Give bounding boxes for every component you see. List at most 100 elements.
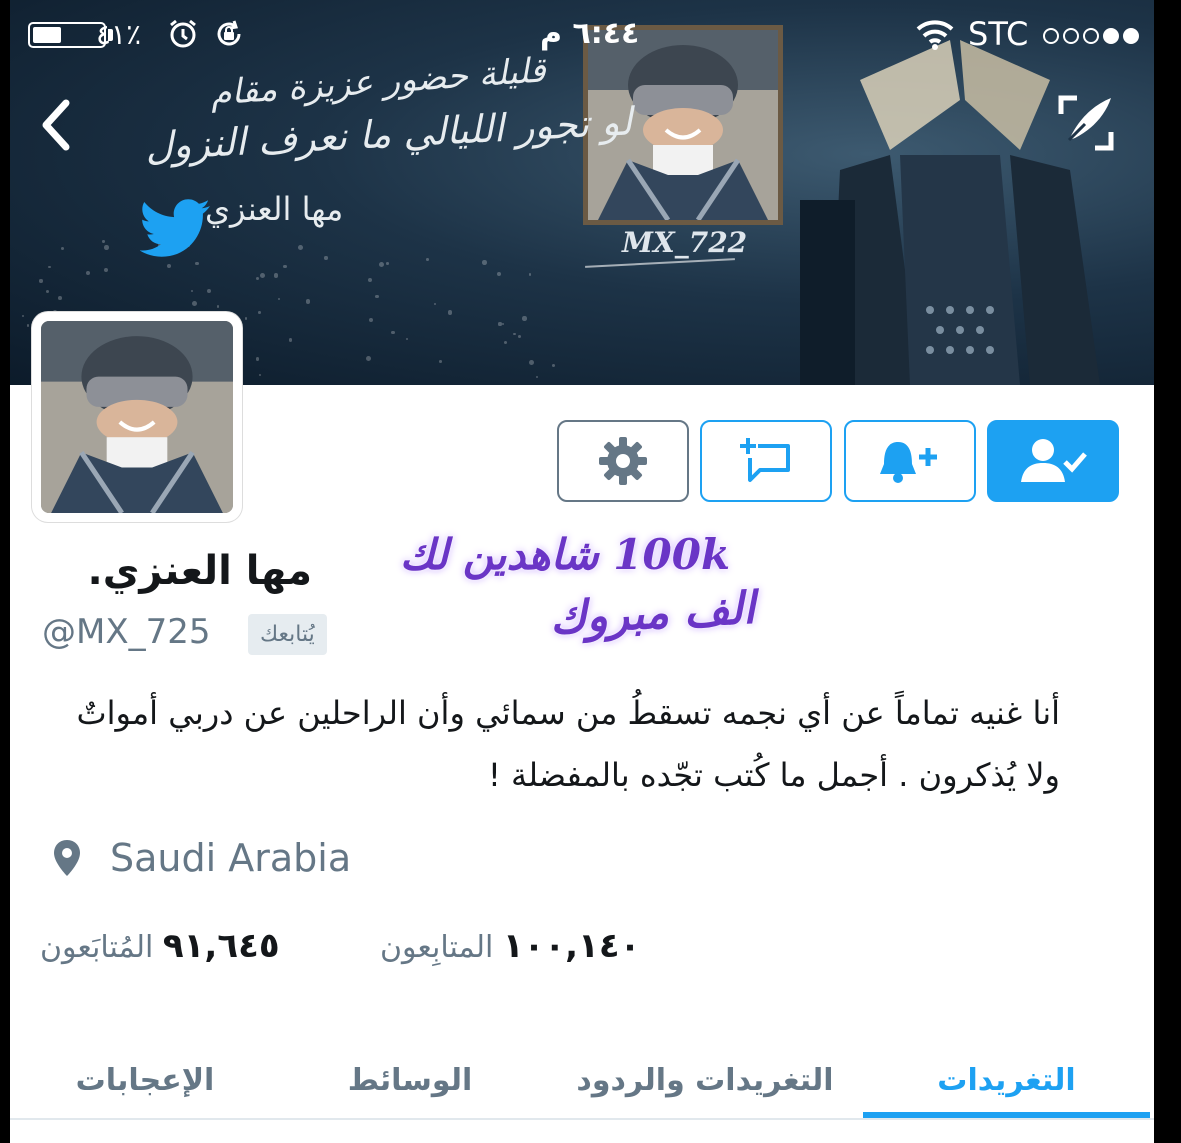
banner-speck (259, 272, 265, 278)
banner-speck (502, 322, 505, 325)
congrats-sticker-line-1: 100k شاهدين لك (400, 530, 731, 579)
settings-button[interactable] (557, 420, 689, 502)
banner-speck (517, 334, 522, 339)
banner-speck (522, 316, 527, 321)
banner-speck (102, 240, 105, 243)
banner-speck (405, 337, 409, 341)
banner-speck (288, 338, 292, 342)
banner-speck (58, 296, 63, 301)
banner-speck (191, 290, 194, 293)
following-stat[interactable]: ١٠٠,١٤٠ المتابِعون (380, 926, 640, 966)
status-clock: ٦:٤٤ م (540, 16, 640, 51)
banner-speck (195, 261, 199, 266)
banner-speck (535, 375, 539, 378)
banner-speck (529, 360, 534, 366)
banner-speck (21, 315, 24, 318)
banner-speck (282, 264, 287, 269)
banner-signature: MX_722 (622, 226, 748, 259)
twitter-bird-icon (140, 199, 210, 257)
banner-speck (367, 277, 373, 282)
battery-percent: ٤١٪ (96, 18, 142, 51)
battery-icon (28, 22, 106, 48)
tab-likes[interactable]: الإعجابات (30, 1040, 260, 1120)
message-button[interactable] (700, 420, 832, 502)
bell-plus-icon (880, 442, 937, 483)
signal-dot (1043, 28, 1059, 44)
signal-strength-icon (1043, 28, 1139, 44)
banner-speck (167, 263, 172, 268)
banner-speck (375, 294, 379, 299)
banner-speck (60, 246, 64, 250)
congrats-sticker-line-2: الف مبروك (548, 582, 757, 645)
banner-speck (496, 272, 501, 277)
banner-speck (104, 245, 109, 250)
banner-signature-underline (585, 258, 735, 268)
tab-tweets-replies[interactable]: التغريدات والردود (555, 1040, 855, 1120)
message-plus-icon (740, 438, 790, 482)
carrier-name: STC (968, 15, 1029, 53)
banner-speck (439, 360, 443, 363)
gear-icon (599, 437, 647, 485)
following-button[interactable] (987, 420, 1119, 502)
following-label: المتابِعون (380, 930, 494, 965)
status-bar: ٤١٪ ٦:٤٤ م STC (10, 0, 1154, 70)
banner-speck (298, 244, 303, 250)
banner-speck (26, 324, 30, 327)
signal-dot (1083, 28, 1099, 44)
signal-dot (1063, 28, 1079, 44)
tab-media[interactable]: الوسائط (310, 1040, 510, 1120)
banner-speck (273, 273, 279, 278)
banner-speck (45, 289, 50, 294)
banner-speck (277, 298, 280, 301)
banner-speck (433, 303, 436, 306)
banner-speck (206, 289, 212, 294)
banner-speck (305, 299, 311, 304)
quill-edit-icon[interactable] (1055, 92, 1117, 154)
banner-speck (324, 256, 328, 260)
banner-name: مها العنزي (205, 190, 344, 228)
banner-speck (244, 317, 248, 320)
banner-speck (216, 305, 219, 308)
banner-speck (504, 341, 508, 345)
profile-screen: MX_722 قليلة حضور عزيزة مقام لو تجور الل… (10, 0, 1154, 1143)
banner-speck (256, 276, 260, 281)
tab-divider (10, 1118, 1154, 1120)
banner-speck (551, 364, 555, 368)
wifi-icon (916, 20, 954, 50)
following-count: ١٠٠,١٤٠ (502, 926, 641, 966)
banner-speck (365, 356, 371, 362)
display-name: مها العنزي. (87, 548, 313, 594)
followers-stat[interactable]: ٩١,٦٤٥ المُتابَعون (40, 926, 280, 966)
map-pin-icon (54, 840, 80, 876)
banner-speck (482, 260, 487, 265)
banner-speck (258, 373, 262, 377)
follows-you-badge: يُتابعك (248, 614, 327, 655)
avatar-image (41, 321, 233, 513)
rotation-lock-icon (217, 20, 241, 46)
banner-speck (528, 273, 531, 276)
banner-speck (104, 268, 109, 273)
banner-speck (448, 310, 453, 315)
profile-location[interactable]: Saudi Arabia (110, 836, 351, 880)
banner-speck (255, 357, 260, 361)
avatar[interactable] (32, 312, 242, 522)
profile-bio: أنا غنيه تماماً عن أي نجمه تسقطُ من سمائ… (76, 694, 1060, 794)
banner-speck (513, 332, 516, 336)
tab-tweets[interactable]: التغريدات (863, 1040, 1150, 1120)
banner-speck (48, 266, 51, 269)
banner-speck (86, 271, 91, 276)
followers-count: ٩١,٦٤٥ (162, 926, 280, 966)
device-frame: MX_722 قليلة حضور عزيزة مقام لو تجور الل… (0, 0, 1181, 1143)
user-handle: @MX_725 (42, 612, 211, 652)
back-button[interactable] (28, 85, 88, 165)
banner-speck (391, 330, 395, 334)
alarm-icon (170, 19, 196, 48)
banner-speck (39, 279, 43, 283)
banner-speck (258, 310, 261, 314)
notifications-button[interactable] (844, 420, 976, 502)
banner-speck (378, 261, 384, 267)
banner-speck (368, 317, 373, 322)
signal-dot (1103, 28, 1119, 44)
signal-dot (1123, 28, 1139, 44)
banner-speck (386, 262, 389, 265)
